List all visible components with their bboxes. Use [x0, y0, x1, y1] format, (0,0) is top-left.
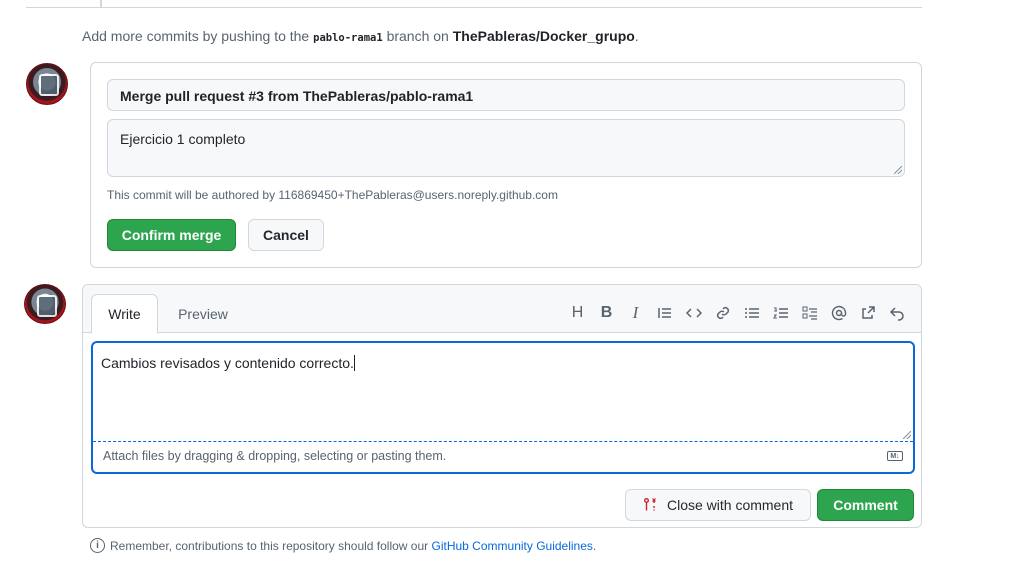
mention-icon[interactable] — [824, 303, 853, 323]
guidelines-text: Remember, contributions to this reposito… — [110, 538, 597, 553]
close-with-comment-button[interactable]: Close with comment — [625, 489, 811, 521]
attach-divider — [93, 441, 913, 442]
unordered-list-icon[interactable] — [737, 303, 766, 323]
heading-icon[interactable]: H — [563, 303, 592, 323]
markdown-toolbar: H B I — [563, 303, 911, 323]
commit-author-note: This commit will be authored by 11686945… — [107, 188, 558, 202]
ordered-list-icon[interactable] — [766, 303, 795, 323]
undo-icon[interactable] — [882, 303, 911, 323]
commit-message-text: Ejercicio 1 completo — [120, 131, 246, 147]
repo-name[interactable]: ThePableras/Docker_grupo — [453, 28, 635, 44]
tab-write[interactable]: Write — [91, 294, 158, 334]
branch-name[interactable]: pablo-rama1 — [313, 32, 383, 44]
cross-reference-icon[interactable] — [853, 303, 882, 323]
comment-tabbar: Write Preview H B I — [83, 285, 921, 334]
issue-closed-icon — [643, 498, 656, 511]
cancel-button[interactable]: Cancel — [248, 219, 324, 251]
bold-icon[interactable]: B — [592, 303, 621, 323]
tab-preview[interactable]: Preview — [165, 294, 241, 334]
quote-icon[interactable] — [650, 303, 679, 323]
commit-title-field[interactable]: Merge pull request #3 from ThePableras/p… — [107, 79, 905, 111]
avatar[interactable] — [24, 284, 66, 324]
comment-text: Cambios revisados y contenido correcto. — [101, 355, 355, 371]
attach-files-hint[interactable]: Attach files by dragging & dropping, sel… — [103, 449, 446, 463]
link-icon[interactable] — [708, 303, 737, 323]
community-guidelines-note: i Remember, contributions to this reposi… — [90, 538, 596, 553]
text-caret — [353, 355, 355, 371]
resize-handle[interactable] — [894, 166, 902, 174]
markdown-icon[interactable]: M↓ — [887, 451, 903, 461]
commit-message-field[interactable]: Ejercicio 1 completo — [107, 119, 905, 177]
italic-icon[interactable]: I — [621, 303, 650, 323]
resize-handle[interactable] — [903, 431, 911, 439]
task-list-icon[interactable] — [795, 303, 824, 323]
avatar[interactable] — [26, 63, 68, 105]
comment-button[interactable]: Comment — [817, 489, 914, 521]
push-hint-suffix: . — [634, 28, 639, 44]
push-hint: Add more commits by pushing to the pablo… — [82, 28, 639, 44]
section-divider — [26, 7, 922, 8]
merge-commit-form: Merge pull request #3 from ThePableras/p… — [90, 62, 922, 268]
confirm-merge-button[interactable]: Confirm merge — [107, 219, 236, 251]
push-hint-text-2: branch on — [386, 28, 449, 44]
info-icon: i — [90, 538, 105, 553]
community-guidelines-link[interactable]: GitHub Community Guidelines — [432, 539, 593, 553]
comment-form: Write Preview H B I Cambios revisados y … — [82, 284, 922, 528]
push-hint-text: Add more commits by pushing to the — [82, 28, 310, 44]
comment-textarea[interactable]: Cambios revisados y contenido correcto. … — [91, 341, 915, 474]
code-icon[interactable] — [679, 303, 708, 323]
close-with-comment-label: Close with comment — [666, 497, 794, 513]
